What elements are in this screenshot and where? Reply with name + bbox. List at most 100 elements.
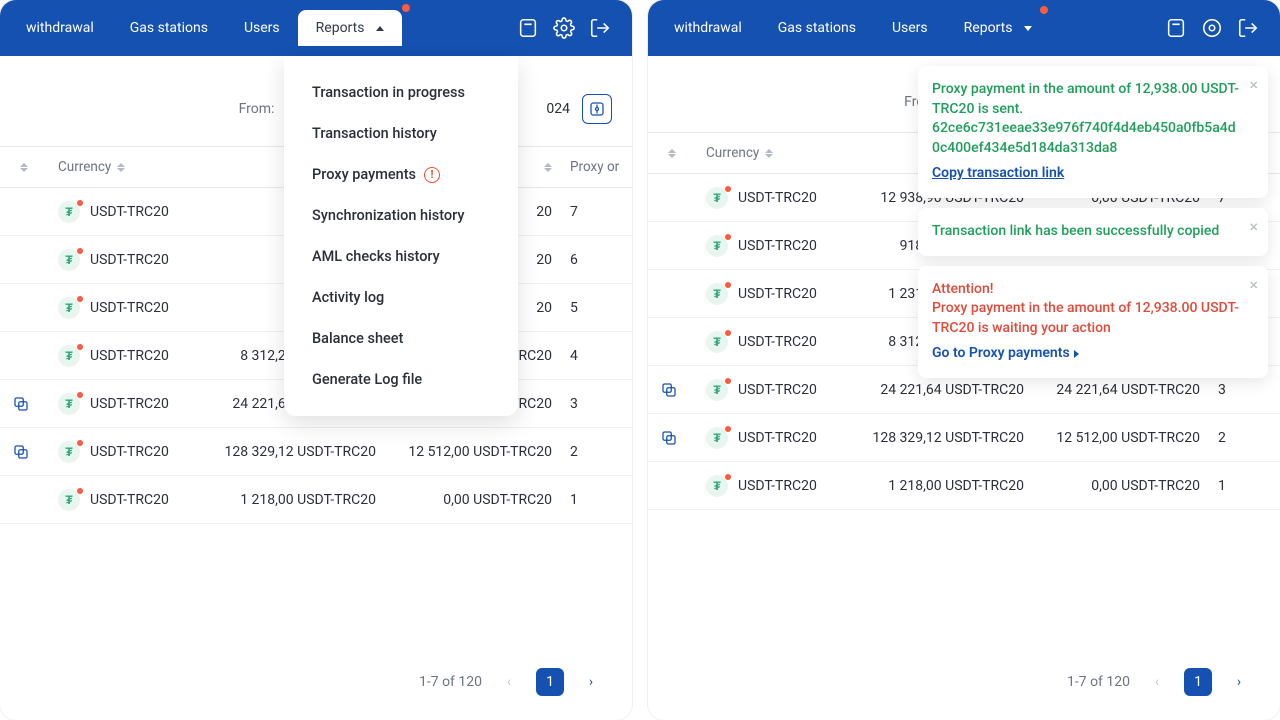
copy-icon[interactable] bbox=[12, 443, 30, 461]
nav-reports-label: Reports bbox=[316, 20, 365, 36]
dropdown-aml-checks[interactable]: AML checks history bbox=[284, 236, 518, 277]
toast-payment-sent: × Proxy payment in the amount of 12,938.… bbox=[918, 66, 1268, 198]
row-number: 5 bbox=[562, 300, 622, 316]
row-number: 1 bbox=[1210, 478, 1270, 494]
nav-actions bbox=[1164, 16, 1272, 40]
coin-icon: ₮ bbox=[706, 475, 728, 497]
coin-icon: ₮ bbox=[58, 297, 80, 319]
goto-proxy-payments-link[interactable]: Go to Proxy payments bbox=[932, 344, 1079, 364]
toast-stack: × Proxy payment in the amount of 12,938.… bbox=[918, 66, 1268, 378]
pager-current[interactable]: 1 bbox=[536, 668, 564, 696]
settings-icon[interactable] bbox=[1200, 16, 1224, 40]
from-label: From: bbox=[239, 101, 275, 117]
initial-value: 128 329,12 USDT-TRC20 bbox=[196, 444, 386, 460]
logout-icon[interactable] bbox=[1236, 16, 1260, 40]
dropdown-proxy-payments[interactable]: Proxy payments ! bbox=[284, 154, 518, 195]
initial-value: 1 218,00 USDT-TRC20 bbox=[844, 478, 1034, 494]
chevron-right-icon bbox=[1074, 350, 1079, 358]
row-number: 3 bbox=[562, 396, 622, 412]
close-icon[interactable]: × bbox=[1249, 216, 1258, 238]
nav-users[interactable]: Users bbox=[874, 10, 946, 46]
coin-icon: ₮ bbox=[706, 379, 728, 401]
coin-icon: ₮ bbox=[58, 201, 80, 223]
col-proxy[interactable]: Proxy or bbox=[562, 159, 622, 175]
navbar: withdrawal Gas stations Users Reports bbox=[648, 0, 1280, 56]
currency-value: USDT-TRC20 bbox=[738, 478, 817, 494]
row-number: 1 bbox=[562, 492, 622, 508]
toast-link-copied: × Transaction link has been successfully… bbox=[918, 208, 1268, 256]
currency-value: USDT-TRC20 bbox=[738, 382, 817, 398]
pagination: 1-7 of 120 ‹ 1 › bbox=[419, 668, 604, 696]
sent-value: 12 512,00 USDT-TRC20 bbox=[1034, 430, 1210, 446]
logout-icon[interactable] bbox=[588, 16, 612, 40]
nav-gas-stations[interactable]: Gas stations bbox=[760, 10, 874, 46]
nav-withdrawal[interactable]: withdrawal bbox=[656, 10, 760, 46]
dropdown-transaction-history[interactable]: Transaction history bbox=[284, 113, 518, 154]
currency-value: USDT-TRC20 bbox=[90, 348, 169, 364]
settings-icon[interactable] bbox=[552, 16, 576, 40]
table-row: ₮USDT-TRC20 128 329,12 USDT-TRC20 12 512… bbox=[0, 428, 632, 476]
pager-current[interactable]: 1 bbox=[1184, 668, 1212, 696]
sort-icon[interactable] bbox=[544, 163, 552, 172]
copy-icon[interactable] bbox=[660, 381, 678, 399]
initial-value: 24 221,64 USDT-TRC20 bbox=[844, 382, 1034, 398]
col-currency[interactable]: Currency bbox=[690, 145, 844, 161]
nav-reports[interactable]: Reports bbox=[946, 10, 1050, 46]
toast-message: Proxy payment in the amount of 12,938.00… bbox=[932, 299, 1240, 338]
coin-icon: ₮ bbox=[58, 249, 80, 271]
panel-right: withdrawal Gas stations Users Reports Fr… bbox=[648, 0, 1280, 720]
row-number: 6 bbox=[562, 252, 622, 268]
currency-value: USDT-TRC20 bbox=[90, 396, 169, 412]
close-icon[interactable]: × bbox=[1249, 74, 1258, 96]
coin-icon: ₮ bbox=[58, 489, 80, 511]
sort-icon[interactable] bbox=[20, 163, 28, 172]
currency-value: USDT-TRC20 bbox=[738, 286, 817, 302]
pager-next[interactable]: › bbox=[578, 669, 604, 695]
sent-value: 24 221,64 USDT-TRC20 bbox=[1034, 382, 1210, 398]
close-icon[interactable]: × bbox=[1249, 274, 1258, 296]
coin-icon: ₮ bbox=[706, 235, 728, 257]
currency-value: USDT-TRC20 bbox=[90, 252, 169, 268]
dropdown-generate-log[interactable]: Generate Log file bbox=[284, 359, 518, 400]
copy-transaction-link[interactable]: Copy transaction link bbox=[932, 164, 1064, 184]
initial-value: 128 329,12 USDT-TRC20 bbox=[844, 430, 1034, 446]
filter-settings-button[interactable] bbox=[582, 94, 612, 124]
dropdown-activity-log[interactable]: Activity log bbox=[284, 277, 518, 318]
dropdown-sync-history[interactable]: Synchronization history bbox=[284, 195, 518, 236]
copy-icon[interactable] bbox=[12, 395, 30, 413]
calculator-icon[interactable] bbox=[516, 16, 540, 40]
pager-prev[interactable]: ‹ bbox=[1144, 669, 1170, 695]
nav-reports[interactable]: Reports bbox=[298, 10, 402, 46]
coin-icon: ₮ bbox=[706, 331, 728, 353]
nav-gas-stations[interactable]: Gas stations bbox=[112, 10, 226, 46]
nav-withdrawal[interactable]: withdrawal bbox=[8, 10, 112, 46]
currency-value: USDT-TRC20 bbox=[738, 238, 817, 254]
panel-left: withdrawal Gas stations Users Reports Tr… bbox=[0, 0, 632, 720]
toast-title: Attention! bbox=[932, 280, 1240, 300]
dropdown-transaction-in-progress[interactable]: Transaction in progress bbox=[284, 72, 518, 113]
pager-range: 1-7 of 120 bbox=[1067, 674, 1130, 690]
caret-up-icon bbox=[376, 26, 384, 31]
pager-range: 1-7 of 120 bbox=[419, 674, 482, 690]
nav-reports-label: Reports bbox=[964, 20, 1013, 36]
copy-icon[interactable] bbox=[660, 429, 678, 447]
dropdown-balance-sheet[interactable]: Balance sheet bbox=[284, 318, 518, 359]
row-number: 7 bbox=[562, 204, 622, 220]
row-number: 4 bbox=[562, 348, 622, 364]
table-row: ₮USDT-TRC20 1 218,00 USDT-TRC20 0,00 USD… bbox=[648, 462, 1280, 510]
pager-next[interactable]: › bbox=[1226, 669, 1252, 695]
currency-value: USDT-TRC20 bbox=[90, 492, 169, 508]
coin-icon: ₮ bbox=[706, 283, 728, 305]
calculator-icon[interactable] bbox=[1164, 16, 1188, 40]
nav-users[interactable]: Users bbox=[226, 10, 298, 46]
table-row: ₮USDT-TRC20 128 329,12 USDT-TRC20 12 512… bbox=[648, 414, 1280, 462]
pager-prev[interactable]: ‹ bbox=[496, 669, 522, 695]
row-number: 3 bbox=[1210, 382, 1270, 398]
alert-icon: ! bbox=[424, 167, 440, 183]
coin-icon: ₮ bbox=[706, 187, 728, 209]
toast-message: Transaction link has been successfully c… bbox=[932, 222, 1240, 242]
caret-down-icon bbox=[1024, 26, 1032, 31]
currency-value: USDT-TRC20 bbox=[90, 204, 169, 220]
col-currency[interactable]: Currency bbox=[42, 159, 196, 175]
sort-icon[interactable] bbox=[668, 149, 676, 158]
